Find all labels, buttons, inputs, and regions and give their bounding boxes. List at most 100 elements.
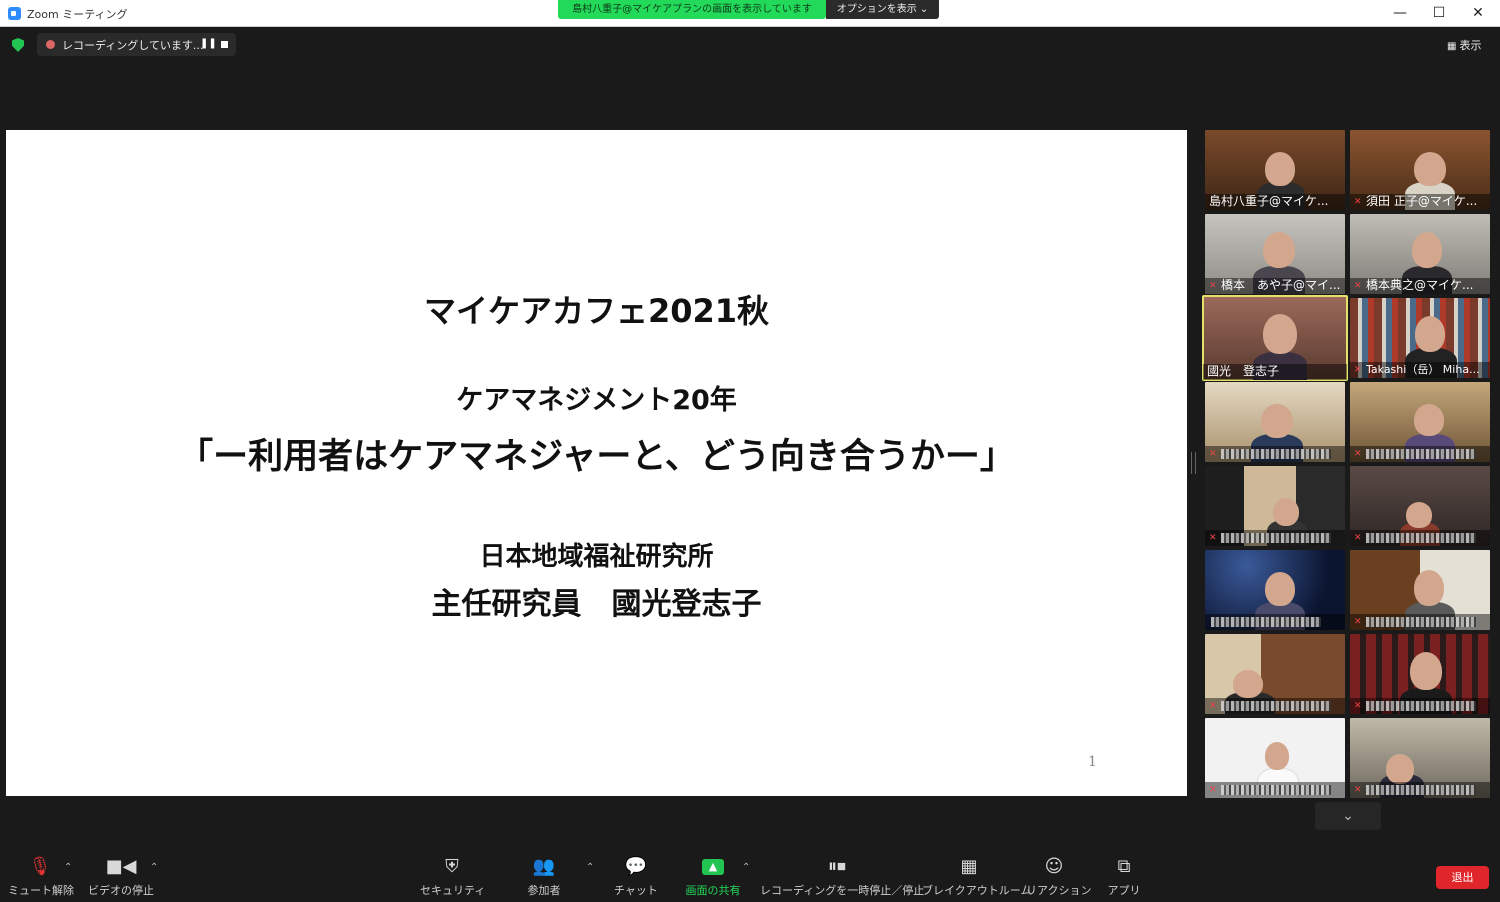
stop-video-button[interactable]: ■◀ ビデオの停止 <box>88 856 154 898</box>
breakout-rooms-button[interactable]: ▦ ブレイクアウトルーム <box>922 856 1032 898</box>
participant-name-blurred <box>1221 785 1331 795</box>
participant-tile-active-speaker[interactable]: 國光 登志子 <box>1202 295 1348 381</box>
mic-muted-icon: ✕ <box>1209 449 1217 459</box>
participant-face <box>1263 232 1295 268</box>
participant-tile[interactable]: ✕ <box>1350 634 1490 714</box>
participant-face <box>1265 152 1295 186</box>
view-button[interactable]: ▦ 表示 <box>1447 37 1481 53</box>
participant-face <box>1386 754 1414 784</box>
participant-name-blurred <box>1366 701 1476 711</box>
participant-name-bar: 國光 登志子 <box>1203 364 1347 380</box>
close-icon[interactable]: ✕ <box>1458 2 1498 24</box>
chat-bubble-icon: 💬 <box>624 856 648 877</box>
share-options-chevron-icon[interactable]: ⌃ <box>742 862 750 873</box>
grid-view-icon: ▦ <box>1447 41 1457 52</box>
participant-face <box>1415 316 1445 352</box>
maximize-icon[interactable]: ☐ <box>1419 2 1459 24</box>
apps-label: アプリ <box>1107 884 1141 897</box>
panel-resize-handle[interactable] <box>1191 452 1196 474</box>
mic-muted-icon: ✕ <box>1354 701 1362 711</box>
participant-tile[interactable]: ✕ 橋本 あや子@マイ... <box>1205 214 1345 294</box>
unmute-button[interactable]: 🎙 ミュート解除 <box>8 856 74 898</box>
recording-indicator: レコーディングしています... ❚❚ <box>37 33 236 56</box>
mic-muted-icon: ✕ <box>1209 785 1217 795</box>
participant-name-bar: ✕ <box>1205 782 1345 798</box>
participant-face <box>1412 232 1442 268</box>
security-shield-icon: ⛨ <box>445 856 459 877</box>
participants-label: 参加者 <box>527 884 561 897</box>
mic-muted-icon: ✕ <box>1354 197 1362 207</box>
unmute-label: ミュート解除 <box>8 884 74 897</box>
leave-meeting-button[interactable]: 退出 <box>1436 866 1489 889</box>
participants-icon: 👥 <box>532 856 556 877</box>
view-options-button[interactable]: オプションを表示 ⌄ <box>826 0 939 19</box>
gallery-scroll-down-button[interactable]: ⌄ <box>1315 802 1381 830</box>
security-button[interactable]: ⛨ セキュリティ <box>420 856 485 898</box>
participant-name-blurred <box>1211 617 1321 627</box>
participant-name-blurred <box>1366 617 1476 627</box>
participant-tile[interactable]: ✕ <box>1205 466 1345 546</box>
participant-tile[interactable]: ✕ <box>1350 718 1490 798</box>
chat-label: チャット <box>614 884 658 897</box>
window-title-bar: Zoom ミーティング 島村八重子@マイケアプランの画面を表示しています オプシ… <box>0 0 1500 27</box>
breakout-rooms-label: ブレイクアウトルーム <box>922 884 1032 897</box>
participant-name-bar: ✕ <box>1350 530 1490 546</box>
stop-recording-icon[interactable] <box>221 41 228 48</box>
breakout-rooms-grid-icon: ▦ <box>960 856 978 877</box>
participant-tile[interactable]: 島村八重子@マイケ... <box>1205 130 1345 210</box>
slide-presenter: 主任研究員 國光登志子 <box>431 587 762 622</box>
pause-stop-recording-icon: ⏸⏹ <box>828 856 846 877</box>
participants-button[interactable]: 👥 参加者 <box>518 856 570 898</box>
slide-main-title: 「ー利用者はケアマネジャーと、どう向き合うかー」 <box>178 437 1015 477</box>
apps-icon: ⧉ <box>1117 856 1131 877</box>
pause-recording-icon[interactable]: ❚❚ <box>200 38 217 49</box>
participant-face <box>1263 314 1297 354</box>
participant-name-blurred <box>1221 449 1331 459</box>
participant-name: 橋本 あや子@マイ... <box>1221 278 1341 292</box>
participant-tile[interactable]: ✕ <box>1205 634 1345 714</box>
participant-tile[interactable]: ✕ <box>1205 718 1345 798</box>
slide-event-title: マイケアカフェ2021秋 <box>423 292 770 330</box>
participant-name-bar: ✕ Takashi（岳） Miha... <box>1350 362 1490 378</box>
participant-face <box>1414 570 1444 606</box>
recording-status-text: レコーディングしています... <box>62 39 204 52</box>
participant-face <box>1414 152 1446 186</box>
participant-name: 橋本典之@マイケ... <box>1366 278 1474 292</box>
mic-muted-icon: 🎙 <box>28 856 52 877</box>
participant-name-bar: ✕ <box>1350 698 1490 714</box>
minimize-icon[interactable]: — <box>1380 2 1420 24</box>
reactions-button[interactable]: ☺ リアクション <box>1026 856 1091 898</box>
participant-name-bar: ✕ <box>1205 698 1345 714</box>
participant-face <box>1265 742 1289 770</box>
video-options-chevron-icon[interactable]: ⌃ <box>150 862 158 873</box>
screen-share-banner: 島村八重子@マイケアプランの画面を表示しています <box>558 0 826 19</box>
participant-name-bar: ✕ 須田 正子@マイケ... <box>1350 194 1490 210</box>
participant-face <box>1410 652 1442 690</box>
chat-button[interactable]: 💬 チャット <box>610 856 662 898</box>
participant-name-bar: ✕ <box>1205 446 1345 462</box>
participant-face <box>1261 404 1293 438</box>
participant-name-bar: ✕ <box>1350 446 1490 462</box>
encryption-shield-icon[interactable] <box>12 38 24 52</box>
participant-tile[interactable]: ✕ <box>1350 466 1490 546</box>
participant-name-bar <box>1205 614 1345 630</box>
mic-muted-icon: ✕ <box>1354 281 1362 291</box>
share-screen-label: 画面の共有 <box>685 884 741 897</box>
participant-name-blurred <box>1366 449 1476 459</box>
participants-options-chevron-icon[interactable]: ⌃ <box>586 862 594 873</box>
stop-video-label: ビデオの停止 <box>88 884 154 897</box>
participant-tile[interactable]: ✕ Takashi（岳） Miha... <box>1350 298 1490 378</box>
apps-button[interactable]: ⧉ アプリ <box>1104 856 1144 898</box>
participant-tile[interactable]: ✕ <box>1205 382 1345 462</box>
participant-name-bar: ✕ 橋本 あや子@マイ... <box>1205 278 1345 294</box>
mic-muted-icon: ✕ <box>1354 533 1362 543</box>
slide-subtitle: ケアマネジメント20年 <box>456 385 737 416</box>
audio-options-chevron-icon[interactable]: ⌃ <box>64 862 72 873</box>
participant-tile[interactable]: ✕ 橋本典之@マイケ... <box>1350 214 1490 294</box>
participant-tile[interactable] <box>1205 550 1345 630</box>
pause-stop-recording-button[interactable]: ⏸⏹ レコーディングを一時停止／停止 <box>760 856 924 898</box>
participant-tile[interactable]: ✕ 須田 正子@マイケ... <box>1350 130 1490 210</box>
participant-tile[interactable]: ✕ <box>1350 382 1490 462</box>
share-screen-button[interactable]: ▲ 画面の共有 <box>680 856 746 898</box>
participant-tile[interactable]: ✕ <box>1350 550 1490 630</box>
